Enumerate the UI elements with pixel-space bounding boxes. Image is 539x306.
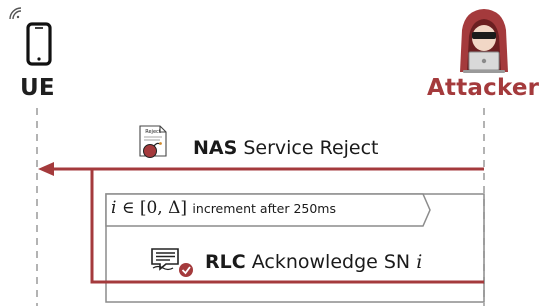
rlc-protocol-label: RLC [205, 251, 246, 273]
acknowledge-document-check-icon [151, 248, 193, 277]
hacker-with-laptop-icon [460, 9, 508, 73]
nas-service-reject-label: NAS Service Reject [193, 137, 379, 159]
loop-range: [0, Δ] [139, 198, 188, 218]
reject-icon-label: Reject [145, 129, 161, 135]
smartphone-icon [9, 7, 52, 66]
ue-label: UE [20, 75, 55, 101]
loop-variable: i [111, 198, 117, 218]
acknowledge-sn-text: Acknowledge SN [251, 251, 411, 273]
loop-operator: ∈ [121, 198, 135, 218]
loop-condition: i ∈ [0, Δ] increment after 250ms [111, 198, 336, 218]
rlc-acknowledge-label: RLC Acknowledge SN i [205, 251, 422, 273]
sequence-number-variable: i [416, 251, 423, 273]
attacker-label: Attacker [427, 75, 539, 101]
reject-document-bomb-icon: Reject [139, 125, 167, 158]
nas-protocol-label: NAS [193, 137, 238, 159]
nas-service-reject-arrow [38, 162, 484, 176]
loop-note: increment after 250ms [192, 201, 337, 216]
service-reject-text: Service Reject [243, 137, 379, 159]
